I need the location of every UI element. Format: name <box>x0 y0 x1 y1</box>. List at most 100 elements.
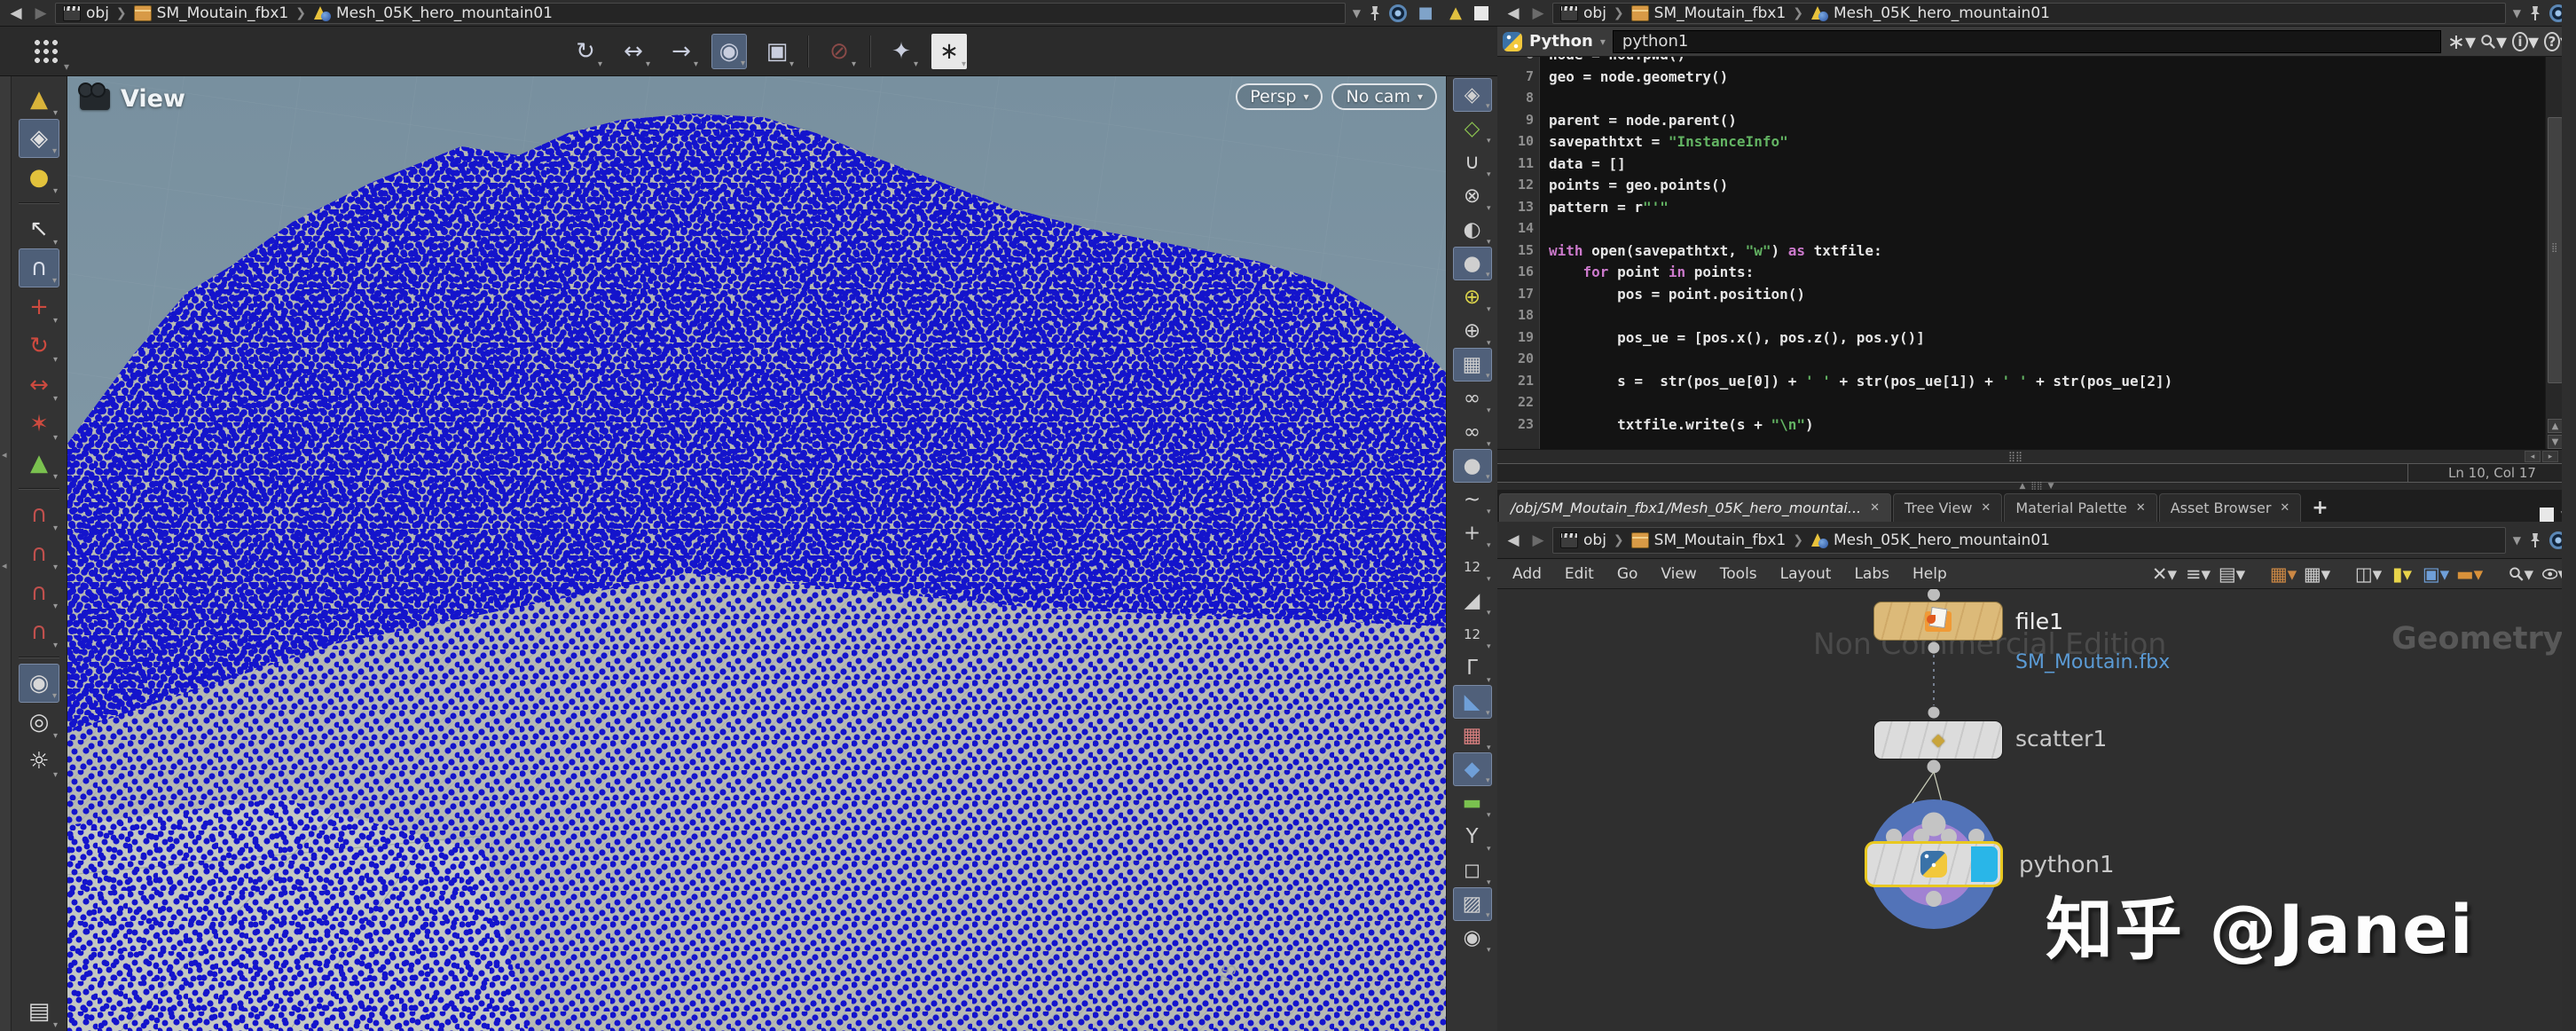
close-tab-icon[interactable]: ✕ <box>2136 501 2146 515</box>
forward-arrow-icon[interactable]: ▶ <box>1528 4 1549 22</box>
persp-view-button[interactable]: Persp▾ <box>1236 83 1323 110</box>
tab-material-palette[interactable]: Material Palette✕ <box>2004 493 2156 522</box>
sheets-icon-icon[interactable]: ▤▾ <box>19 992 59 1031</box>
viewport-3d[interactable]: View Persp▾ No cam▾ 75 <box>67 76 1446 1031</box>
lock-open-icon[interactable]: ∪▾ <box>1453 146 1492 179</box>
breadcrumb-item-obj[interactable]: obj <box>63 4 109 22</box>
search-icon[interactable]: ▾ <box>2480 29 2507 54</box>
node-label[interactable]: scatter1 <box>2015 726 2107 752</box>
pane-dropdown-icon[interactable]: ▼ <box>2513 534 2521 547</box>
pin-display-icon[interactable]: +▾ <box>1453 516 1492 550</box>
view-rotate-cursor-icon[interactable]: ↻▾ <box>568 34 603 69</box>
view-pan-cursor-icon[interactable]: ↔▾ <box>616 34 651 69</box>
tab-asset-browser[interactable]: Asset Browser✕ <box>2159 493 2302 522</box>
scale-tool-icon[interactable]: ↔▾ <box>19 366 59 405</box>
toolbox-handle-icon[interactable] <box>32 37 60 66</box>
close-tab-icon[interactable]: ✕ <box>1870 501 1880 515</box>
background-image-icon[interactable]: ▣▾ <box>2423 563 2448 586</box>
camera-select-button[interactable]: No cam▾ <box>1331 83 1437 110</box>
stereo-glasses-icon[interactable]: ∞▾ <box>1453 382 1492 415</box>
ghost-cube-icon[interactable]: ■ <box>1414 3 1437 24</box>
snap-magnet-icon[interactable]: ∩▾ <box>19 612 59 651</box>
color-palette-icon[interactable]: ▦▾ <box>2271 563 2296 586</box>
scroll-up-button[interactable]: ▲ <box>2548 419 2563 433</box>
breadcrumb-item-mesh_05k_hero_mountain01[interactable]: Mesh_05K_hero_mountain01 <box>313 4 553 22</box>
scroll-right-button[interactable]: ▸ <box>2542 451 2558 462</box>
network-search-icon[interactable]: ▾ <box>2509 563 2533 586</box>
menu-add[interactable]: Add <box>1501 565 1553 583</box>
wireframe-toggle-icon[interactable]: ◇▾ <box>1453 112 1492 146</box>
snap-grid-magnet-icon[interactable]: ∩▾ <box>19 495 59 534</box>
pane-dropdown-icon[interactable]: ▼ <box>2513 7 2521 20</box>
stereo-glasses-2-icon[interactable]: ∞▾ <box>1453 415 1492 449</box>
grid-layout-icon[interactable]: ▦▾ <box>2305 563 2329 586</box>
tab--obj-sm-moutain-fbx1-mesh-05k-hero-mountai-[interactable]: /obj/SM_Moutain_fbx1/Mesh_05K_hero_mount… <box>1499 493 1891 522</box>
breadcrumb[interactable]: obj❯SM_Moutain_fbx1❯Mesh_05K_hero_mounta… <box>1552 527 2506 554</box>
code-text[interactable]: node = hou.pwd()geo = node.geometry()par… <box>1540 57 2545 449</box>
pivot-handles-tool-icon[interactable]: ▲▾ <box>19 444 59 483</box>
light-off-icon[interactable]: ⊗▾ <box>1453 179 1492 213</box>
close-tab-icon[interactable]: ✕ <box>1981 501 1991 515</box>
python-code-editor[interactable]: 67891011121314151617181920212223 node = … <box>1497 57 2576 449</box>
view-camera-tool-icon[interactable]: ◉▾ <box>19 664 59 703</box>
menu-edit[interactable]: Edit <box>1553 565 1606 583</box>
node-file1[interactable] <box>1873 602 2003 641</box>
snap-point-magnet-icon[interactable]: ∩▾ <box>19 573 59 612</box>
breadcrumb-item-mesh_05k_hero_mountain01[interactable]: Mesh_05K_hero_mountain01 <box>1810 531 2050 549</box>
point-numbers-icon[interactable]: 12▾ <box>1453 550 1492 584</box>
view-disabled-icon[interactable]: ⊘▾ <box>821 34 857 69</box>
pose-tool-icon[interactable]: ✶▾ <box>19 405 59 444</box>
link-target-icon[interactable] <box>1389 4 1407 22</box>
tab-tree-view[interactable]: Tree View✕ <box>1893 493 2002 522</box>
translate-tool-icon[interactable]: +▾ <box>19 287 59 327</box>
menu-help[interactable]: Help <box>1901 565 1959 583</box>
pane-dropdown-icon[interactable]: ▼ <box>1353 7 1361 20</box>
node-python1[interactable] <box>1865 841 2003 887</box>
breadcrumb-item-sm_moutain_fbx1[interactable]: SM_Moutain_fbx1 <box>1631 531 1787 549</box>
menu-view[interactable]: View <box>1649 565 1708 583</box>
pane-edge-strip[interactable]: ◂ ◂ <box>0 76 12 1031</box>
terrain-brush-tool-icon[interactable]: ▲▾ <box>19 80 59 119</box>
fan-display-icon[interactable]: Y▾ <box>1453 820 1492 854</box>
display-objects-icon[interactable]: ▲ <box>1444 3 1467 24</box>
blank-pane-icon[interactable] <box>1474 6 1488 20</box>
view-ring-tool-icon[interactable]: ◎▾ <box>19 703 59 742</box>
panel-toggle-icon[interactable]: ◫▾ <box>2356 563 2381 586</box>
normal-lighting-icon[interactable]: ●▾ <box>1453 247 1492 280</box>
menu-tools[interactable]: Tools <box>1708 565 1769 583</box>
horizontal-scrollbar[interactable]: ⣿⣿ ◂ ▸ <box>1497 449 2576 463</box>
python-node-name-field[interactable]: python1 <box>1613 30 2441 53</box>
curve-hulls-icon[interactable]: Γ▾ <box>1453 651 1492 685</box>
tree-hierarchy-icon[interactable]: ≡▾ <box>2186 563 2211 586</box>
snippets-menu-icon[interactable]: ∗▾ <box>2448 29 2475 54</box>
forward-arrow-icon[interactable]: ▶ <box>1528 531 1549 549</box>
secure-selection-lock-icon[interactable]: ∩▾ <box>19 248 59 287</box>
gear-ring-tool-icon[interactable]: ☼▾ <box>19 742 59 781</box>
back-arrow-icon[interactable]: ◀ <box>5 4 27 22</box>
breadcrumb-item-mesh_05k_hero_mountain01[interactable]: Mesh_05K_hero_mountain01 <box>1810 4 2050 22</box>
breadcrumb-item-sm_moutain_fbx1[interactable]: SM_Moutain_fbx1 <box>1631 4 1787 22</box>
scroll-left-button[interactable]: ◂ <box>2525 451 2541 462</box>
network-box-icon[interactable]: ▬▾ <box>2457 563 2482 586</box>
pane-layout-icon[interactable] <box>2540 508 2554 522</box>
snap-curve-magnet-icon[interactable]: ∩▾ <box>19 534 59 573</box>
layer-mix-tool-icon[interactable]: ◈▾ <box>19 119 59 158</box>
pane-splitter[interactable]: ▲⣿⣿▼ <box>1497 483 2576 490</box>
add-light-2-icon[interactable]: ⊕▾ <box>1453 314 1492 348</box>
close-tab-icon[interactable]: ✕ <box>2280 501 2289 515</box>
view-dolly-cursor-icon[interactable]: →▾ <box>664 34 699 69</box>
pin-icon[interactable] <box>2528 532 2542 548</box>
hdri-cube-icon[interactable]: ▦▾ <box>1453 348 1492 382</box>
pin-icon[interactable] <box>2528 5 2542 21</box>
shading-mode-icon[interactable]: ◈▾ <box>1453 78 1492 112</box>
rotate-tool-icon[interactable]: ↻▾ <box>19 327 59 366</box>
pin-icon[interactable] <box>1368 5 1382 21</box>
node-scatter1[interactable]: ◆ <box>1873 720 2003 759</box>
prim-numbers-icon[interactable]: 12▾ <box>1453 618 1492 651</box>
hook-display-icon[interactable]: ~▾ <box>1453 483 1492 516</box>
list-view-icon[interactable]: ▤▾ <box>2219 563 2244 586</box>
forward-arrow-icon[interactable]: ▶ <box>30 4 51 22</box>
node-file-path-label[interactable]: SM_Moutain.fbx <box>2015 651 2170 673</box>
location-pin-display-icon[interactable]: ◉▾ <box>1453 921 1492 955</box>
checker-plane-icon[interactable]: ▦▾ <box>1453 719 1492 752</box>
